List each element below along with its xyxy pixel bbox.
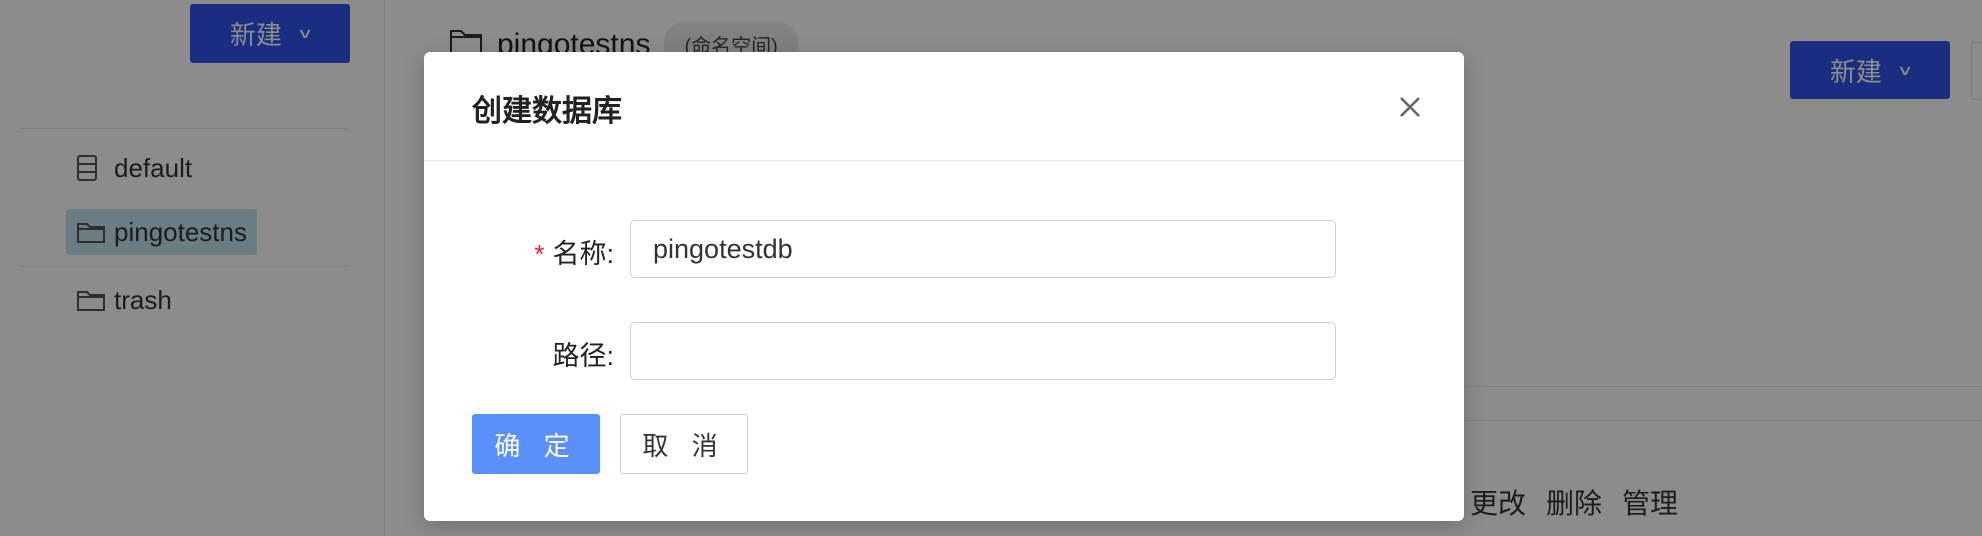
form-row-path: 路径: bbox=[424, 322, 1464, 382]
ok-button[interactable]: 确 定 bbox=[472, 414, 600, 474]
path-input[interactable] bbox=[630, 322, 1336, 380]
name-label: * 名称: bbox=[534, 232, 614, 271]
modal-header: 创建数据库 bbox=[424, 52, 1464, 161]
create-database-modal: 创建数据库 *名称: 路径: 确 定 取 消 bbox=[424, 52, 1464, 521]
cancel-button[interactable]: 取 消 bbox=[620, 414, 748, 474]
name-label-text: 名称: bbox=[552, 239, 614, 269]
path-label: 路径: bbox=[552, 334, 614, 373]
close-icon[interactable] bbox=[1393, 90, 1427, 124]
path-label-text: 路径: bbox=[552, 341, 614, 371]
required-mark: * bbox=[534, 239, 545, 269]
modal-title: 创建数据库 bbox=[472, 95, 622, 128]
name-input[interactable] bbox=[630, 220, 1336, 278]
form-row-name: * 名称: bbox=[424, 220, 1464, 280]
